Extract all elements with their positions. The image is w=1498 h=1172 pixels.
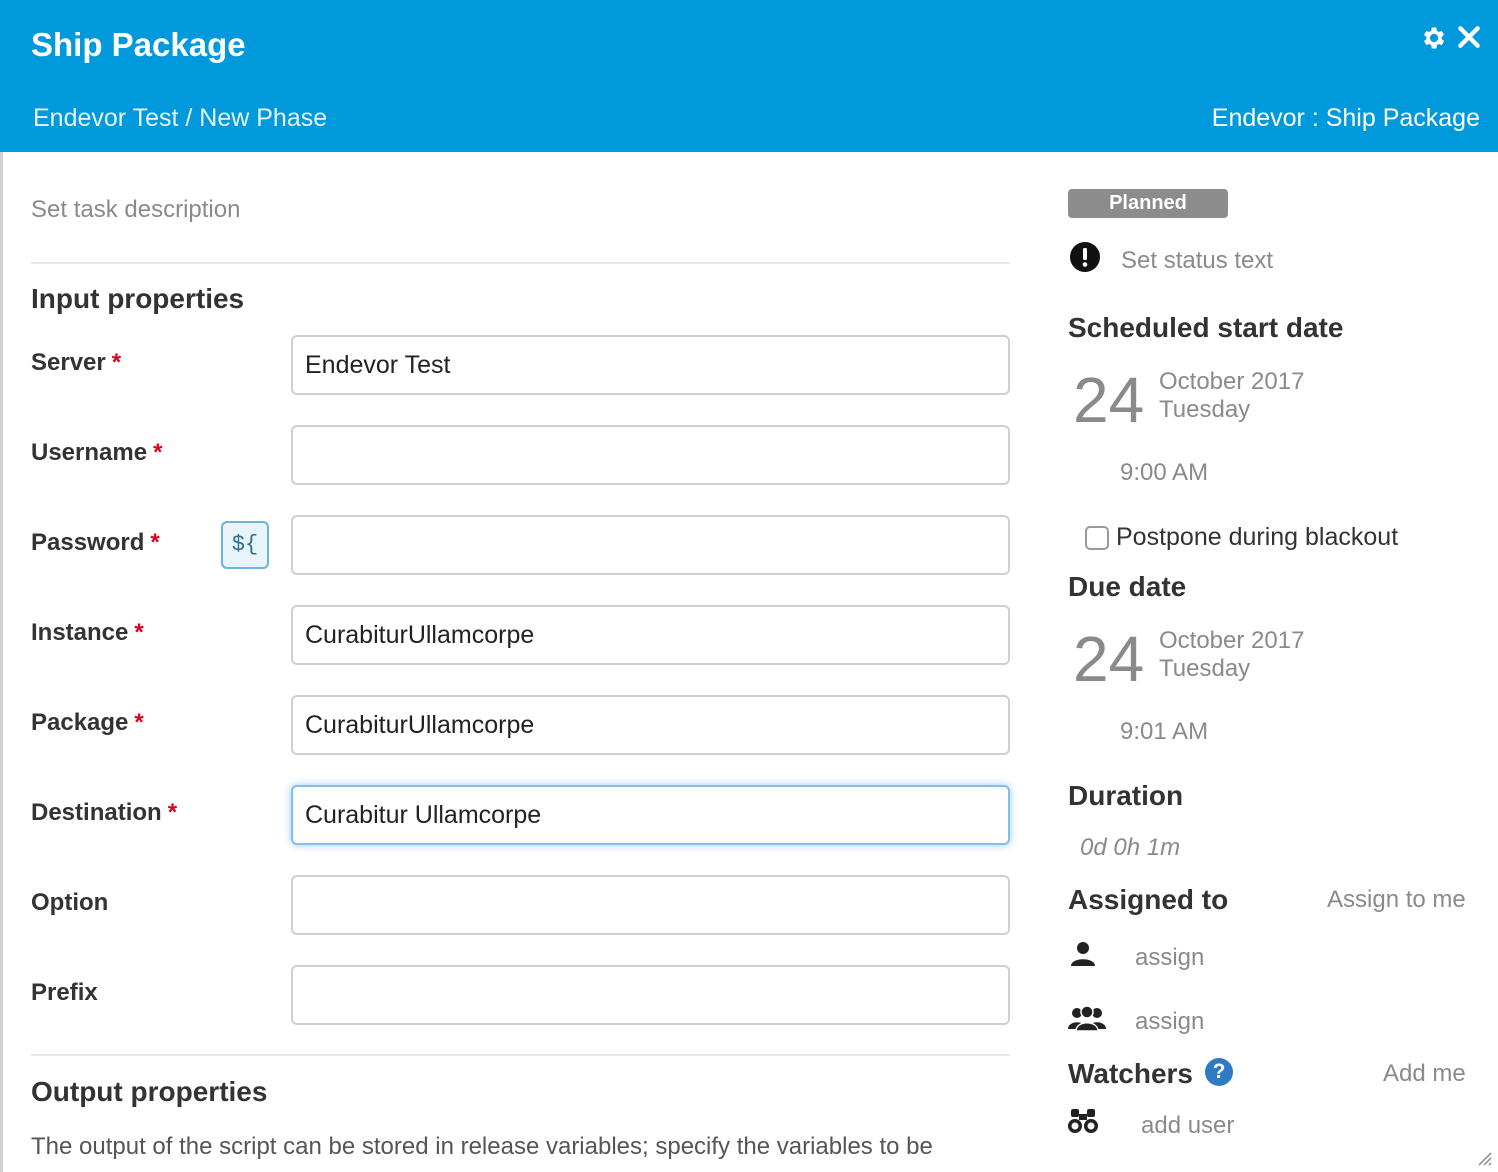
password-input[interactable] bbox=[291, 515, 1010, 575]
input-properties-title: Input properties bbox=[31, 283, 245, 314]
username-label: Username * bbox=[31, 439, 163, 466]
breadcrumb[interactable]: Endevor Test / New Phase bbox=[33, 104, 327, 133]
required-marker: * bbox=[153, 439, 163, 466]
option-input[interactable] bbox=[291, 875, 1010, 935]
option-label: Option bbox=[31, 889, 109, 916]
username-input[interactable] bbox=[291, 425, 1010, 485]
postpone-blackout-checkbox[interactable] bbox=[1085, 526, 1109, 550]
package-label: Package * bbox=[31, 709, 144, 736]
server-label: Server * bbox=[31, 349, 122, 376]
task-description[interactable]: Set task description bbox=[31, 196, 240, 224]
due-date-month[interactable]: October 2017 bbox=[1159, 627, 1304, 655]
required-marker: * bbox=[150, 529, 160, 556]
binoculars-icon bbox=[1068, 1109, 1098, 1133]
required-marker: * bbox=[167, 799, 178, 826]
status-badge: Planned bbox=[1068, 189, 1228, 218]
due-date-heading: Due date bbox=[1068, 571, 1187, 602]
watchers-heading: Watchers bbox=[1068, 1058, 1194, 1089]
exclamation-circle-icon bbox=[1070, 242, 1100, 272]
assign-team-link[interactable]: assign bbox=[1135, 1008, 1204, 1036]
output-properties-title: Output properties bbox=[31, 1076, 268, 1107]
assign-to-me-link[interactable]: Assign to me bbox=[1327, 886, 1466, 914]
postpone-blackout-label[interactable]: Postpone during blackout bbox=[1116, 523, 1398, 552]
help-icon[interactable]: ? bbox=[1205, 1058, 1233, 1086]
divider bbox=[31, 1054, 1010, 1056]
divider bbox=[31, 262, 1010, 264]
assign-user-link[interactable]: assign bbox=[1135, 944, 1204, 972]
required-marker: * bbox=[111, 349, 122, 376]
duration-heading: Duration bbox=[1068, 780, 1184, 811]
scheduled-start-heading: Scheduled start date bbox=[1068, 312, 1344, 343]
user-icon bbox=[1071, 942, 1095, 966]
add-me-link[interactable]: Add me bbox=[1383, 1060, 1466, 1088]
assigned-to-heading: Assigned to bbox=[1068, 884, 1229, 915]
destination-input[interactable] bbox=[291, 785, 1010, 845]
password-label: Password * bbox=[31, 529, 160, 556]
gear-icon[interactable] bbox=[1419, 24, 1447, 52]
duration-value[interactable]: 0d 0h 1m bbox=[1080, 834, 1180, 862]
server-input[interactable] bbox=[291, 335, 1010, 395]
dialog-title: Ship Package bbox=[31, 26, 246, 63]
status-text-input[interactable]: Set status text bbox=[1121, 247, 1273, 275]
task-type-label: Endevor : Ship Package bbox=[1211, 104, 1480, 132]
due-date-day[interactable]: 24 bbox=[1073, 627, 1144, 691]
scheduled-start-day[interactable]: 24 bbox=[1073, 368, 1144, 432]
prefix-label: Prefix bbox=[31, 979, 98, 1006]
window-edge bbox=[0, 152, 3, 1172]
instance-input[interactable] bbox=[291, 605, 1010, 665]
instance-label: Instance * bbox=[31, 619, 144, 646]
close-icon[interactable] bbox=[1456, 24, 1482, 50]
team-icon bbox=[1068, 1005, 1106, 1031]
package-input[interactable] bbox=[291, 695, 1010, 755]
dialog-header: Ship Package Endevor Test / New Phase En… bbox=[0, 0, 1498, 152]
destination-label: Destination * bbox=[31, 799, 178, 826]
resize-handle-icon[interactable] bbox=[1476, 1150, 1492, 1166]
required-marker: * bbox=[134, 619, 144, 646]
output-properties-description: The output of the script can be stored i… bbox=[31, 1133, 933, 1160]
scheduled-start-month[interactable]: October 2017 bbox=[1159, 368, 1304, 396]
scheduled-start-weekday: Tuesday bbox=[1159, 396, 1251, 423]
add-watcher-link[interactable]: add user bbox=[1141, 1112, 1234, 1140]
scheduled-start-time[interactable]: 9:00 AM bbox=[1120, 459, 1208, 487]
due-date-weekday: Tuesday bbox=[1159, 655, 1251, 682]
prefix-input[interactable] bbox=[291, 965, 1010, 1025]
required-marker: * bbox=[134, 709, 144, 736]
variable-toggle-button[interactable]: ${ bbox=[221, 521, 269, 569]
due-date-time[interactable]: 9:01 AM bbox=[1120, 718, 1208, 746]
